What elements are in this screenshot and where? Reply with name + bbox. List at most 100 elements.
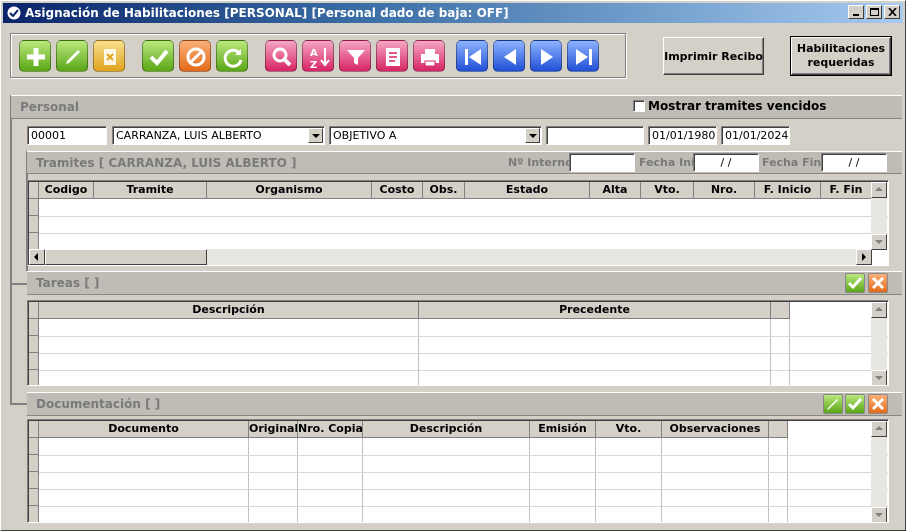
app-icon — [6, 5, 22, 21]
tareas-vscroll[interactable] — [871, 302, 887, 385]
next-record-button[interactable] — [530, 40, 562, 72]
last-record-button[interactable] — [567, 40, 599, 72]
col-nro[interactable]: Nro. — [694, 182, 755, 199]
col-precedente[interactable]: Precedente — [419, 302, 771, 319]
documentacion-grid[interactable]: Documento Original Nro. Copias Descripci… — [27, 419, 889, 523]
date-to-field[interactable]: 01/01/2024 — [721, 126, 790, 145]
tareas-accept-button[interactable] — [845, 273, 865, 293]
col-f-inicio[interactable]: F. Inicio — [755, 182, 821, 199]
edit-button[interactable] — [56, 40, 88, 72]
previous-icon — [504, 49, 516, 65]
col-codigo[interactable]: Codigo — [39, 182, 94, 199]
row-indicator — [29, 506, 39, 522]
tareas-section-title: Tareas [ ] — [36, 276, 100, 290]
scroll-down-icon[interactable] — [871, 234, 887, 250]
notes-button[interactable] — [376, 40, 408, 72]
col-divider — [661, 438, 662, 522]
col-observaciones[interactable]: Observaciones — [662, 421, 769, 438]
row-indicator — [29, 216, 39, 233]
col-emision[interactable]: Emisión — [530, 421, 596, 438]
col-doc-descripcion[interactable]: Descripción — [363, 421, 530, 438]
doc-edit-button[interactable] — [823, 394, 843, 414]
doc-accept-button[interactable] — [845, 394, 865, 414]
col-f-fin[interactable]: F. Fin — [821, 182, 872, 199]
tramites-grid[interactable]: Codigo Tramite Organismo Costo Obs. Esta… — [27, 180, 889, 266]
chevron-down-icon[interactable] — [525, 128, 540, 143]
tramites-hscroll[interactable] — [29, 249, 872, 265]
col-blank[interactable] — [771, 302, 790, 319]
previous-record-button[interactable] — [493, 40, 525, 72]
svg-text:A: A — [310, 48, 318, 59]
delete-button[interactable] — [93, 40, 125, 72]
show-expired-label: Mostrar tramites vencidos — [648, 99, 827, 113]
required-permits-button[interactable]: Habilitaciones requeridas — [790, 36, 892, 76]
row-indicator — [29, 438, 39, 455]
col-doc-vto[interactable]: Vto. — [596, 421, 662, 438]
search-button[interactable] — [265, 40, 297, 72]
print-icon — [421, 49, 439, 67]
filter-button[interactable] — [339, 40, 371, 72]
scroll-up-icon[interactable] — [871, 182, 887, 198]
minimize-button[interactable] — [848, 5, 864, 19]
show-expired-checkbox[interactable] — [633, 100, 645, 112]
date-from-field[interactable]: 01/01/1980 — [648, 126, 717, 145]
print-receipt-button[interactable]: Imprimir Recibo — [663, 37, 764, 75]
hscroll-thumb[interactable] — [45, 249, 207, 265]
add-button[interactable] — [19, 40, 51, 72]
row-indicator — [29, 472, 39, 489]
col-tramite[interactable]: Tramite — [94, 182, 207, 199]
grid-corner — [29, 421, 39, 438]
sort-button[interactable]: AZ — [302, 40, 334, 72]
row-indicator — [29, 199, 39, 216]
col-obs[interactable]: Obs. — [423, 182, 465, 199]
fecha-fin-field[interactable]: / / — [821, 153, 887, 172]
objective-combo[interactable]: OBJETIVO A — [329, 126, 542, 145]
col-original[interactable]: Original — [249, 421, 298, 438]
table-row — [39, 489, 888, 490]
maximize-button[interactable] — [866, 5, 882, 19]
first-record-button[interactable] — [456, 40, 488, 72]
personal-section-title: Personal — [20, 100, 79, 114]
col-nro-copias[interactable]: Nro. Copias — [298, 421, 363, 438]
col-blank[interactable] — [769, 421, 788, 438]
tareas-grid[interactable]: Descripción Precedente — [27, 300, 889, 386]
col-vto[interactable]: Vto. — [641, 182, 694, 199]
personal-extra-field[interactable] — [546, 126, 644, 145]
col-divider — [789, 319, 790, 385]
close-button[interactable] — [884, 5, 900, 19]
accept-button[interactable] — [142, 40, 174, 72]
table-row — [39, 370, 888, 371]
col-organismo[interactable]: Organismo — [207, 182, 372, 199]
interno-field[interactable] — [569, 153, 635, 172]
row-indicator — [29, 336, 39, 353]
tareas-cancel-button[interactable] — [868, 273, 888, 293]
personal-code-field[interactable]: 00001 — [27, 126, 107, 145]
refresh-button[interactable] — [216, 40, 248, 72]
fecha-fin-label: Fecha Fin — [762, 156, 822, 169]
chevron-down-icon[interactable] — [308, 128, 323, 143]
cancel-button[interactable] — [179, 40, 211, 72]
scroll-down-icon[interactable] — [871, 507, 887, 522]
tramites-vscroll[interactable] — [871, 182, 887, 250]
check-icon — [847, 277, 863, 290]
filter-icon — [347, 50, 365, 65]
scroll-right-icon[interactable] — [856, 249, 872, 265]
col-descripcion[interactable]: Descripción — [39, 302, 419, 319]
documentacion-vscroll[interactable] — [871, 421, 887, 522]
print-button[interactable] — [413, 40, 445, 72]
col-documento[interactable]: Documento — [39, 421, 249, 438]
col-divider — [297, 438, 298, 522]
documentacion-section-title: Documentación [ ] — [36, 397, 161, 411]
col-alta[interactable]: Alta — [590, 182, 641, 199]
personal-name-combo[interactable]: CARRANZA, LUIS ALBERTO — [112, 126, 325, 145]
col-estado[interactable]: Estado — [465, 182, 590, 199]
scroll-up-icon[interactable] — [871, 302, 887, 318]
scroll-left-icon[interactable] — [29, 249, 45, 265]
col-costo[interactable]: Costo — [372, 182, 423, 199]
cancel-icon — [186, 47, 206, 67]
scroll-up-icon[interactable] — [871, 421, 887, 437]
fecha-ini-field[interactable]: / / — [693, 153, 759, 172]
scroll-down-icon[interactable] — [871, 370, 887, 385]
col-divider — [787, 438, 788, 522]
doc-cancel-button[interactable] — [868, 394, 888, 414]
